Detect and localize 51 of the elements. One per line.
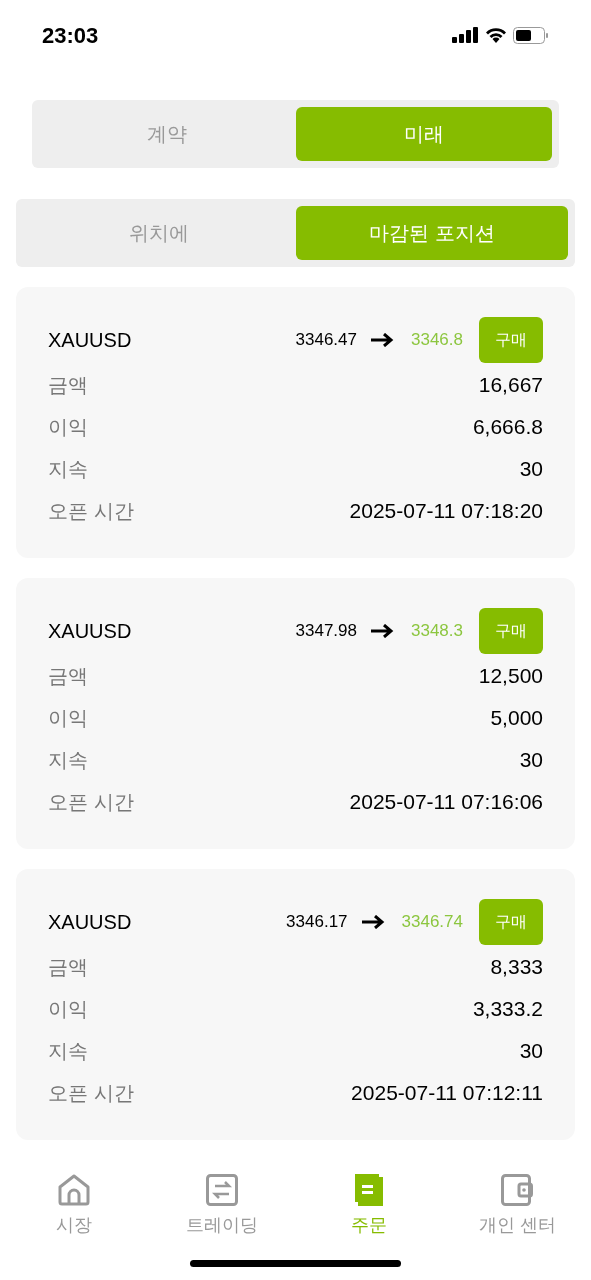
close-price: 3346.74 [401,911,463,934]
field-label: 지속 [48,457,88,482]
field-label: 이익 [48,706,88,731]
field-value: 6,666.8 [472,414,543,441]
nav-tab[interactable]: 시장 [0,1174,148,1280]
field-value: 2025-07-11 07:16:06 [349,789,543,816]
field-value: 12,500 [478,663,543,690]
segment-tab[interactable]: 계약 [39,107,296,161]
field-value: 30 [519,1038,543,1065]
open-price: 3346.17 [286,911,348,934]
signal-icon [452,27,479,43]
field-label: 이익 [48,997,88,1022]
open-price: 3347.98 [295,620,357,643]
field-label: 이익 [48,415,88,440]
buy-button[interactable]: 구매 [479,608,543,654]
battery-icon [513,26,549,44]
segment-tab[interactable]: 미래 [295,107,552,161]
field-value: 30 [519,747,543,774]
document-icon [355,1174,384,1206]
field-label: 금액 [48,373,88,398]
field-value: 2025-07-11 07:12:11 [351,1080,543,1107]
symbol-text: XAUUSD [48,619,133,644]
field-label: 지속 [48,748,88,773]
symbol-text: XAUUSD [48,328,133,353]
field-value: 5,000 [490,705,543,732]
field-label: 금액 [48,955,88,980]
exchange-icon [205,1174,238,1206]
field-value: 8,333 [490,954,543,981]
field-value: 30 [519,456,543,483]
close-price: 3346.8 [411,329,463,352]
field-value: 2025-07-11 07:18:20 [349,498,543,525]
wallet-icon [501,1174,534,1206]
close-price: 3348.3 [411,620,463,643]
home-icon [56,1174,91,1206]
segment-tab[interactable]: 위치에 [23,206,296,260]
nav-tab[interactable]: 개인 센터 [443,1174,591,1280]
open-price: 3346.47 [295,329,357,352]
segment-tab[interactable]: 마감된 포지션 [295,206,568,260]
status-time: 23:03 [42,21,99,50]
field-label: 오픈 시간 [48,1081,134,1106]
buy-button[interactable]: 구매 [479,899,543,945]
nav-tab[interactable]: 트레이딩 [147,1174,296,1280]
buy-button[interactable]: 구매 [479,317,543,363]
field-label: 금액 [48,664,88,689]
field-value: 3,333.2 [472,996,543,1023]
field-label: 오픈 시간 [48,499,134,524]
field-label: 지속 [48,1039,88,1064]
symbol-text: XAUUSD [48,910,133,935]
field-label: 오픈 시간 [48,790,134,815]
field-value: 16,667 [478,372,543,399]
wifi-icon [485,27,507,43]
